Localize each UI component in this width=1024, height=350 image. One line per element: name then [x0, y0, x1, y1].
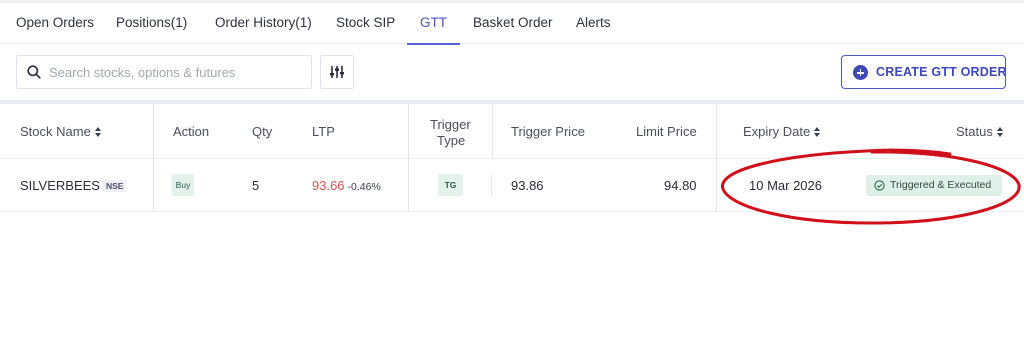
- tab-stock-sip[interactable]: Stock SIP: [336, 3, 395, 44]
- search-icon: [27, 65, 41, 79]
- header-trigger-type-line2: Type: [437, 133, 466, 148]
- cell-stock-name: SILVERBEES NSE: [20, 178, 127, 194]
- cell-limit-price: 94.80: [664, 178, 697, 193]
- create-gtt-order-button[interactable]: CREATE GTT ORDER: [841, 55, 1007, 89]
- sort-icon: [814, 127, 821, 137]
- sort-icon: [996, 127, 1004, 137]
- create-gtt-order-label: CREATE GTT ORDER: [876, 65, 1007, 79]
- header-trigger-price: Trigger Price: [511, 124, 585, 139]
- tab-bar: Open Orders Positions(1) Order History(1…: [0, 3, 1024, 45]
- check-circle-icon: [874, 180, 885, 191]
- tab-order-history[interactable]: Order History(1): [215, 3, 312, 44]
- ltp-value: 93.66: [312, 178, 345, 193]
- cell-qty: 5: [252, 178, 260, 193]
- tab-positions[interactable]: Positions(1): [116, 3, 187, 44]
- header-limit-price: Limit Price: [636, 124, 697, 139]
- header-qty: Qty: [252, 124, 273, 139]
- ltp-change: -0.46%: [347, 181, 381, 193]
- status-text: Triggered & Executed: [890, 179, 992, 191]
- plus-circle-icon: [853, 65, 868, 80]
- sort-icon: [94, 127, 102, 137]
- header-status[interactable]: Status: [956, 124, 1004, 140]
- header-ltp: LTP: [312, 124, 335, 139]
- exchange-badge: NSE: [102, 180, 127, 192]
- sliders-icon: [330, 66, 344, 78]
- cell-trigger-price: 93.86: [511, 178, 544, 193]
- tab-gtt[interactable]: GTT: [407, 3, 460, 45]
- trigger-type-badge: TG: [438, 174, 463, 196]
- cell-expiry-date: 10 Mar 2026: [749, 178, 822, 193]
- header-expiry-date[interactable]: Expiry Date: [743, 124, 821, 140]
- tab-basket-order[interactable]: Basket Order: [473, 3, 553, 44]
- action-badge: Buy: [172, 174, 194, 196]
- tab-alerts[interactable]: Alerts: [576, 3, 611, 44]
- search-input[interactable]: [49, 56, 307, 88]
- header-trigger-type-line1: Trigger: [430, 117, 471, 132]
- column-divider: [492, 104, 493, 159]
- cell-ltp: 93.66 -0.46%: [312, 178, 381, 195]
- header-action: Action: [173, 124, 210, 139]
- search-box: [16, 55, 312, 89]
- filter-button[interactable]: [320, 55, 354, 89]
- tab-open-orders[interactable]: Open Orders: [16, 3, 94, 44]
- header-stock-name[interactable]: Stock Name: [20, 124, 102, 140]
- status-badge: Triggered & Executed: [866, 175, 1002, 196]
